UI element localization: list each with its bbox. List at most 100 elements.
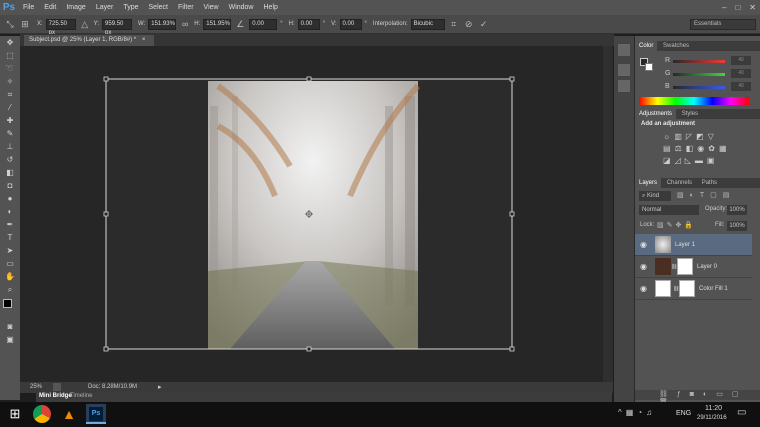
vlc-icon[interactable]: ▲ — [60, 405, 78, 423]
tab-channels[interactable]: Channels — [663, 178, 696, 188]
height-field[interactable]: 151.95% — [203, 18, 232, 30]
filter-shape-icon[interactable]: ▢ — [710, 192, 723, 199]
dodge-tool-icon[interactable]: ◐ — [0, 205, 20, 218]
menu-layer[interactable]: Layer — [91, 0, 119, 15]
new-adjustment-icon[interactable]: ◐ — [703, 391, 716, 398]
filter-smart-icon[interactable]: ▤ — [723, 192, 736, 199]
screen-mode-icon[interactable]: ▣ — [0, 333, 20, 346]
menu-edit[interactable]: Edit — [39, 0, 61, 15]
new-group-icon[interactable]: ▭ — [716, 391, 732, 398]
marquee-tool-icon[interactable]: ⬚ — [0, 49, 20, 62]
menu-window[interactable]: Window — [224, 0, 259, 15]
x-position-field[interactable]: 725.50 px — [45, 18, 76, 36]
color-spectrum[interactable] — [639, 97, 749, 105]
v-skew-field[interactable]: 0.00 — [339, 18, 362, 30]
selective-color-icon[interactable]: ▣ — [707, 156, 719, 165]
filter-adjustment-icon[interactable]: ◐ — [690, 192, 700, 199]
layer-name[interactable]: Layer 0 — [697, 256, 717, 278]
cancel-transform-icon[interactable]: ⊘ — [463, 18, 475, 30]
blur-tool-icon[interactable]: ● — [0, 192, 20, 205]
add-mask-icon[interactable]: ◙ — [690, 391, 703, 398]
status-menu-arrow-icon[interactable]: ▸ — [158, 383, 162, 391]
warp-icon[interactable]: ⌗ — [448, 18, 460, 30]
type-tool-icon[interactable]: T — [0, 231, 20, 244]
b-value-field[interactable]: 40 — [731, 82, 751, 91]
levels-icon[interactable]: ▥ — [674, 132, 686, 141]
export-icon[interactable] — [53, 383, 61, 391]
close-window-button[interactable]: ✕ — [749, 3, 756, 12]
menu-view[interactable]: View — [199, 0, 224, 15]
chrome-icon[interactable] — [33, 405, 51, 423]
g-slider[interactable] — [673, 73, 725, 76]
language-indicator[interactable]: ENG — [676, 410, 691, 417]
tab-paths[interactable]: Paths — [698, 178, 721, 188]
layer-name[interactable]: Layer 1 — [675, 234, 695, 256]
vertical-scrollbar[interactable] — [603, 46, 613, 382]
black-white-icon[interactable]: ◧ — [686, 144, 698, 153]
shape-tool-icon[interactable]: ▭ — [0, 257, 20, 270]
canvas-area[interactable] — [20, 46, 603, 382]
clock-date[interactable]: 29/11/2016 — [697, 415, 727, 421]
r-slider[interactable] — [673, 60, 725, 63]
color-balance-icon[interactable]: ⚖ — [675, 144, 686, 153]
notifications-icon[interactable]: ▭ — [737, 407, 746, 418]
character-panel-icon[interactable] — [618, 80, 630, 92]
paint-bucket-tool-icon[interactable]: ◘ — [0, 179, 20, 192]
transform-tool-icon[interactable]: ⤡ — [4, 18, 16, 30]
zoom-level[interactable]: 25% — [30, 384, 42, 390]
history-brush-tool-icon[interactable]: ↺ — [0, 153, 20, 166]
path-selection-tool-icon[interactable]: ➤ — [0, 244, 20, 257]
tab-color[interactable]: Color — [635, 41, 658, 51]
fx-icon[interactable]: ƒ — [677, 391, 690, 398]
brush-tool-icon[interactable]: ✎ — [0, 127, 20, 140]
eraser-tool-icon[interactable]: ◧ — [0, 166, 20, 179]
y-position-field[interactable]: 959.50 px — [102, 18, 133, 36]
clock-time[interactable]: 11:20 — [705, 405, 722, 412]
layer-mask-thumbnail[interactable] — [679, 280, 695, 297]
layer-row-layer-0[interactable]: ◉ ⛓ Layer 0 — [635, 256, 752, 278]
pen-tool-icon[interactable]: ✒ — [0, 218, 20, 231]
crop-tool-icon[interactable]: ⌗ — [0, 88, 20, 101]
new-layer-icon[interactable]: ▢ — [732, 391, 748, 398]
curves-icon[interactable]: ◸ — [686, 132, 696, 141]
quick-select-tool-icon[interactable]: ✧ — [0, 75, 20, 88]
document-tab[interactable]: Subject.psd @ 25% (Layer 1, RGB/8#) * × — [24, 35, 154, 46]
filter-type-icon[interactable]: T — [700, 192, 710, 199]
healing-brush-tool-icon[interactable]: ✚ — [0, 114, 20, 127]
commit-transform-icon[interactable]: ✓ — [478, 18, 490, 30]
close-tab-button[interactable]: × — [142, 37, 146, 43]
quick-mask-icon[interactable]: ◙ — [0, 320, 20, 333]
opacity-field[interactable]: 100% — [727, 205, 747, 215]
g-value-field[interactable]: 40 — [731, 69, 751, 78]
threshold-icon[interactable]: ◺ — [685, 156, 695, 165]
system-tray-icons[interactable]: ^▦◔♫ — [618, 408, 656, 417]
width-field[interactable]: 151.93% — [148, 18, 177, 30]
move-tool-icon[interactable]: ✥ — [0, 36, 20, 49]
menu-image[interactable]: Image — [61, 0, 90, 15]
lasso-tool-icon[interactable]: ➰ — [0, 62, 20, 75]
invert-icon[interactable]: ◪ — [663, 156, 675, 165]
tab-mini-bridge[interactable]: Mini Bridge — [39, 393, 72, 399]
windows-start-icon[interactable]: ⊞ — [6, 405, 24, 423]
foreground-color-swatch[interactable] — [3, 299, 12, 308]
layer-row-color-fill-1[interactable]: ◉ ⛓ Color Fill 1 — [635, 278, 752, 300]
bg-color-chip[interactable] — [645, 63, 653, 71]
tab-adjustments[interactable]: Adjustments — [635, 109, 677, 119]
layer-row-layer-1[interactable]: ◉ Layer 1 — [635, 234, 752, 256]
rotation-field[interactable]: 0.00 — [249, 18, 278, 30]
menu-filter[interactable]: Filter — [173, 0, 199, 15]
wifi-icon[interactable]: ◔ — [637, 408, 646, 417]
visibility-eye-icon[interactable]: ◉ — [640, 284, 647, 293]
h-skew-field[interactable]: 0.00 — [297, 18, 320, 30]
reference-point-icon[interactable]: ⊞ — [19, 18, 31, 30]
tab-layers[interactable]: Layers — [635, 178, 662, 188]
lock-icons[interactable]: ▨✎✥🔒 — [657, 221, 696, 229]
r-value-field[interactable]: 40 — [731, 56, 751, 65]
fill-field[interactable]: 100% — [727, 221, 747, 231]
tab-styles[interactable]: Styles — [678, 109, 702, 119]
menu-help[interactable]: Help — [259, 0, 283, 15]
link-layers-icon[interactable]: ⛓ — [659, 391, 677, 398]
zoom-tool-icon[interactable]: ⌕ — [0, 283, 20, 296]
maximize-button[interactable]: □ — [735, 3, 740, 12]
eyedropper-tool-icon[interactable]: ⁄ — [0, 101, 20, 114]
